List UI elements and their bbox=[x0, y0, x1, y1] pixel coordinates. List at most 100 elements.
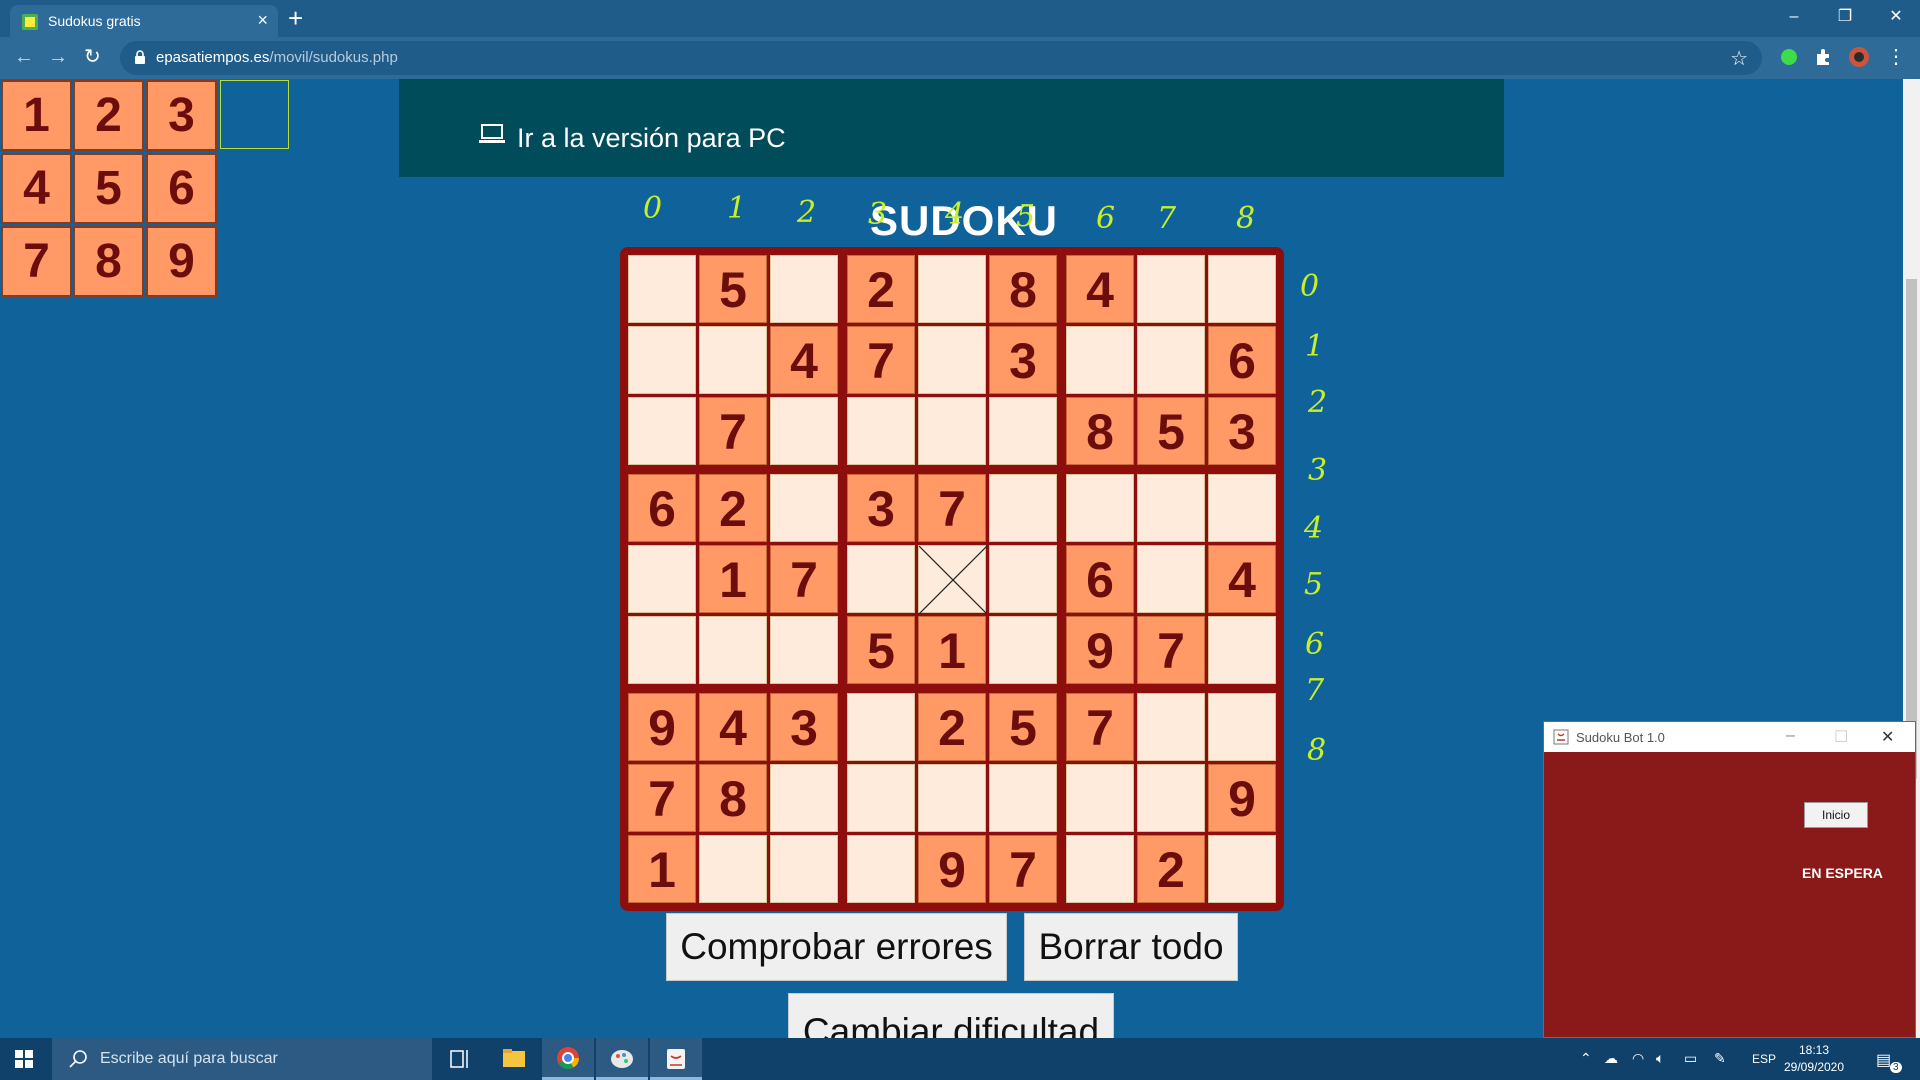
profile-avatar-icon[interactable] bbox=[1848, 46, 1870, 68]
sudoku-cell[interactable]: 6 bbox=[1066, 545, 1134, 613]
notifications-icon[interactable]: ▤ bbox=[1876, 1050, 1891, 1070]
numpad-key[interactable]: 6 bbox=[146, 153, 217, 224]
sudoku-cell[interactable] bbox=[1208, 255, 1276, 323]
sudoku-cell[interactable] bbox=[1137, 545, 1205, 613]
sudoku-cell[interactable]: 4 bbox=[770, 326, 838, 394]
sudoku-cell[interactable] bbox=[1137, 255, 1205, 323]
new-tab-icon[interactable]: + bbox=[288, 4, 303, 32]
volume-icon[interactable]: 🔈︎ bbox=[1656, 1050, 1664, 1067]
sudoku-cell[interactable] bbox=[628, 616, 696, 684]
pc-version-banner[interactable]: Ir a la versión para PC bbox=[399, 79, 1504, 177]
numpad-key[interactable]: 8 bbox=[73, 226, 144, 297]
clock[interactable]: 18:13 29/09/2020 bbox=[1779, 1042, 1849, 1076]
sudoku-cell[interactable] bbox=[770, 255, 838, 323]
sudoku-cell[interactable]: 5 bbox=[1137, 397, 1205, 465]
numpad-key[interactable]: 3 bbox=[146, 80, 217, 151]
sudoku-cell[interactable] bbox=[918, 764, 986, 832]
sudoku-cell[interactable] bbox=[847, 545, 915, 613]
sudoku-cell[interactable]: 7 bbox=[770, 545, 838, 613]
sudoku-cell[interactable]: 8 bbox=[1066, 397, 1134, 465]
sudoku-cell[interactable] bbox=[1208, 474, 1276, 542]
sudoku-cell[interactable]: 1 bbox=[628, 835, 696, 903]
sudoku-cell[interactable]: 5 bbox=[699, 255, 767, 323]
sudoku-cell[interactable]: 1 bbox=[918, 616, 986, 684]
sudoku-cell[interactable] bbox=[770, 474, 838, 542]
onedrive-icon[interactable]: ☁ bbox=[1604, 1050, 1618, 1067]
windows-start-icon[interactable] bbox=[15, 1050, 33, 1068]
sudoku-cell[interactable] bbox=[1208, 616, 1276, 684]
sudoku-cell[interactable]: 4 bbox=[1208, 545, 1276, 613]
sudoku-cell[interactable]: 7 bbox=[699, 397, 767, 465]
bot-start-button[interactable]: Inicio bbox=[1804, 802, 1868, 828]
sudoku-cell[interactable] bbox=[628, 397, 696, 465]
sudoku-cell[interactable] bbox=[628, 326, 696, 394]
sudoku-cell[interactable]: 6 bbox=[1208, 326, 1276, 394]
sudoku-cell[interactable]: 7 bbox=[847, 326, 915, 394]
sudoku-cell[interactable]: 7 bbox=[1137, 616, 1205, 684]
battery-icon[interactable]: ▭ bbox=[1684, 1050, 1697, 1067]
menu-dots-icon[interactable]: ⋮ bbox=[1886, 45, 1906, 69]
sudoku-cell[interactable] bbox=[847, 693, 915, 761]
sudoku-cell[interactable] bbox=[699, 835, 767, 903]
sudoku-cell[interactable]: 8 bbox=[699, 764, 767, 832]
sudoku-cell[interactable]: 7 bbox=[628, 764, 696, 832]
task-view-icon[interactable] bbox=[434, 1038, 486, 1080]
sudoku-cell[interactable]: 3 bbox=[770, 693, 838, 761]
sudoku-cell[interactable]: 6 bbox=[628, 474, 696, 542]
sudoku-cell[interactable]: 9 bbox=[1066, 616, 1134, 684]
sudoku-cell[interactable] bbox=[1137, 764, 1205, 832]
sudoku-cell[interactable]: 3 bbox=[989, 326, 1057, 394]
extensions-puzzle-icon[interactable] bbox=[1813, 46, 1835, 68]
sudoku-cell[interactable] bbox=[989, 764, 1057, 832]
change-difficulty-button[interactable]: Cambiar dificultad bbox=[788, 993, 1114, 1038]
sudoku-cell[interactable] bbox=[770, 764, 838, 832]
sudoku-cell[interactable] bbox=[1137, 474, 1205, 542]
bot-close-icon[interactable]: ✕ bbox=[1881, 727, 1894, 747]
sudoku-cell[interactable]: 3 bbox=[1208, 397, 1276, 465]
sudoku-cell[interactable]: 9 bbox=[918, 835, 986, 903]
numpad-key[interactable]: 2 bbox=[73, 80, 144, 151]
java-app-taskbar-icon[interactable] bbox=[650, 1038, 702, 1080]
chrome-icon[interactable] bbox=[542, 1038, 594, 1080]
check-errors-button[interactable]: Comprobar errores bbox=[666, 913, 1007, 981]
sudoku-cell[interactable] bbox=[770, 835, 838, 903]
tab-sudokus[interactable]: Sudokus gratis × bbox=[10, 5, 278, 37]
address-bar[interactable]: epasatiempos.es/movil/sudokus.php ☆ bbox=[120, 41, 1762, 75]
numpad-key[interactable]: 4 bbox=[1, 153, 72, 224]
sudoku-cell[interactable]: 5 bbox=[847, 616, 915, 684]
sudoku-cell[interactable] bbox=[628, 545, 696, 613]
sudoku-cell[interactable] bbox=[918, 397, 986, 465]
sudoku-cell[interactable] bbox=[918, 326, 986, 394]
minimize-icon[interactable]: – bbox=[1771, 0, 1817, 34]
numpad-erase-key[interactable] bbox=[220, 80, 289, 149]
sudoku-cell[interactable] bbox=[770, 397, 838, 465]
sudoku-cell[interactable] bbox=[1208, 835, 1276, 903]
sudoku-cell[interactable]: 2 bbox=[918, 693, 986, 761]
sudoku-cell[interactable] bbox=[918, 255, 986, 323]
sudoku-cell[interactable] bbox=[699, 616, 767, 684]
sudoku-cell[interactable]: 5 bbox=[989, 693, 1057, 761]
sudoku-cell-selected[interactable] bbox=[918, 545, 987, 614]
numpad-key[interactable]: 5 bbox=[73, 153, 144, 224]
numpad-key[interactable]: 1 bbox=[1, 80, 72, 151]
sudoku-cell[interactable]: 4 bbox=[699, 693, 767, 761]
clear-all-button[interactable]: Borrar todo bbox=[1024, 913, 1238, 981]
network-icon[interactable]: ◠ bbox=[1632, 1050, 1644, 1067]
numpad-key[interactable]: 7 bbox=[1, 226, 72, 297]
taskbar-search[interactable]: Escribe aquí para buscar bbox=[52, 1038, 432, 1080]
sudoku-cell[interactable] bbox=[847, 764, 915, 832]
sudoku-cell[interactable]: 7 bbox=[918, 474, 986, 542]
sudoku-cell[interactable]: 2 bbox=[699, 474, 767, 542]
sudoku-cell[interactable] bbox=[989, 474, 1057, 542]
sudoku-cell[interactable]: 2 bbox=[847, 255, 915, 323]
sudoku-cell[interactable]: 2 bbox=[1137, 835, 1205, 903]
sudoku-cell[interactable] bbox=[1137, 326, 1205, 394]
restore-icon[interactable]: ❐ bbox=[1822, 0, 1868, 34]
bot-title-bar[interactable]: Sudoku Bot 1.0 – ☐ ✕ bbox=[1544, 722, 1915, 752]
bot-minimize-icon[interactable]: – bbox=[1786, 727, 1795, 745]
forward-icon[interactable]: → bbox=[48, 45, 68, 69]
sudoku-cell[interactable]: 7 bbox=[1066, 693, 1134, 761]
scrollbar-thumb[interactable] bbox=[1906, 279, 1917, 779]
sudoku-cell[interactable] bbox=[847, 835, 915, 903]
sudoku-cell[interactable]: 9 bbox=[628, 693, 696, 761]
